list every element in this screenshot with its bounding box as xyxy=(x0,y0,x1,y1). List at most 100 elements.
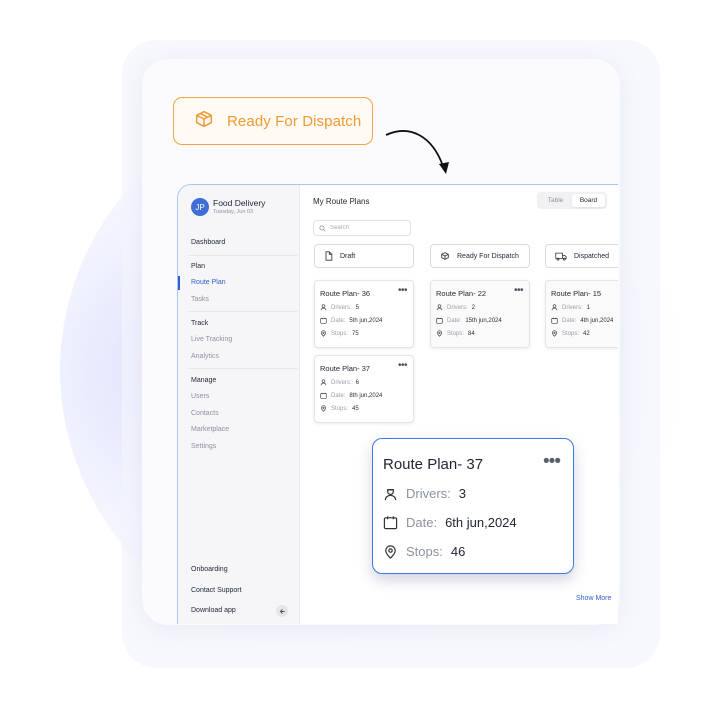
more-options-icon[interactable]: ••• xyxy=(514,285,524,296)
sidebar-section-manage: Manage xyxy=(191,377,217,384)
location-pin-icon xyxy=(321,330,326,337)
date-label: Date: xyxy=(406,515,438,530)
sidebar-item-marketplace[interactable]: Marketplace xyxy=(191,426,229,433)
drivers-value: 5 xyxy=(355,304,360,311)
active-indicator xyxy=(178,276,180,290)
sidebar-item-contact-support[interactable]: Contact Support xyxy=(191,587,242,594)
view-toggle: Table Board xyxy=(537,192,607,209)
date-label: Date: xyxy=(562,317,577,324)
sidebar-item-live-tracking[interactable]: Live Tracking xyxy=(191,336,232,343)
date-value: 8th jun,2024 xyxy=(349,392,383,399)
column-dispatched[interactable]: Dispatched xyxy=(545,244,618,268)
toggle-board[interactable]: Board xyxy=(572,194,605,207)
stops-row: Stops: 84 xyxy=(436,330,524,337)
stops-value: 75 xyxy=(352,330,359,337)
route-card[interactable]: Route Plan- 22 ••• Drivers: 2 Date: 15th… xyxy=(430,280,530,348)
drivers-label: Drivers: xyxy=(331,304,352,311)
stops-label: Stops: xyxy=(406,544,443,559)
date-row: Date: 15th jun,2024 xyxy=(436,317,524,324)
page-title: My Route Plans xyxy=(313,197,370,206)
drivers-value: 6 xyxy=(355,379,360,386)
drivers-label: Drivers: xyxy=(562,304,583,311)
route-card-title: Route Plan- 22 xyxy=(436,289,487,298)
stops-value: 45 xyxy=(352,405,359,412)
route-card[interactable]: Route Plan- 37 ••• Drivers: 6 Date: 8th … xyxy=(314,355,414,423)
ready-for-dispatch-badge: Ready For Dispatch xyxy=(173,97,373,145)
route-card-title: Route Plan- 37 xyxy=(383,456,484,473)
sidebar-item-contacts[interactable]: Contacts xyxy=(191,410,219,417)
stops-label: Stops: xyxy=(331,405,349,412)
driver-icon xyxy=(436,304,443,311)
sidebar-section-plan: Plan xyxy=(191,263,206,270)
sidebar-item-analytics[interactable]: Analytics xyxy=(191,353,219,360)
stops-value: 46 xyxy=(450,544,466,559)
date-row: Date: 5th jun,2024 xyxy=(320,317,408,324)
stops-value: 42 xyxy=(583,330,590,337)
sidebar-item-download-app[interactable]: Download app xyxy=(191,607,236,614)
sidebar-item-onboarding[interactable]: Onboarding xyxy=(191,566,228,573)
sidebar-item-tasks[interactable]: Tasks xyxy=(191,296,209,303)
location-pin-icon xyxy=(385,545,396,559)
more-options-icon[interactable]: ••• xyxy=(398,360,408,371)
date-label: Date: xyxy=(331,392,346,399)
search-input[interactable] xyxy=(330,225,400,231)
avatar[interactable]: JP xyxy=(191,198,209,216)
box-icon xyxy=(193,108,215,135)
sidebar-item-settings[interactable]: Settings xyxy=(191,443,216,450)
route-card[interactable]: Route Plan- 36 ••• Drivers: 5 Date: 5th … xyxy=(314,280,414,348)
calendar-icon xyxy=(551,317,558,324)
sidebar-item-users[interactable]: Users xyxy=(191,393,209,400)
route-card-title: Route Plan- 15 xyxy=(551,289,602,298)
driver-icon xyxy=(320,304,327,311)
column-draft[interactable]: Draft xyxy=(314,244,414,268)
drivers-value: 1 xyxy=(586,304,591,311)
workspace-name: Food Delivery xyxy=(213,198,266,208)
stops-row: Stops: 46 xyxy=(383,543,563,560)
drivers-row: Drivers: 1 xyxy=(551,304,618,311)
driver-icon xyxy=(384,489,397,501)
stops-label: Stops: xyxy=(447,330,465,337)
location-pin-icon xyxy=(552,330,557,337)
document-icon xyxy=(325,251,333,261)
drivers-value: 3 xyxy=(458,486,467,501)
stops-value: 84 xyxy=(468,330,475,337)
route-card[interactable]: Route Plan- 15 Drivers: 1 Date: 4th jun,… xyxy=(545,280,618,348)
calendar-icon xyxy=(320,317,327,324)
stops-row: Stops: 42 xyxy=(551,330,618,337)
sidebar-item-route-plan[interactable]: Route Plan xyxy=(191,279,226,286)
sidebar-item-dashboard[interactable]: Dashboard xyxy=(191,239,225,246)
drivers-row: Drivers: 2 xyxy=(436,304,524,311)
drivers-label: Drivers: xyxy=(406,486,451,501)
divider xyxy=(188,255,298,256)
column-label: Ready For Dispatch xyxy=(457,252,519,260)
more-options-icon[interactable]: ••• xyxy=(398,285,408,296)
curved-arrow-icon xyxy=(385,130,449,174)
calendar-icon xyxy=(436,317,443,324)
driver-icon xyxy=(320,379,327,386)
date-value: 4th jun,2024 xyxy=(580,317,614,324)
route-card-title: Route Plan- 36 xyxy=(320,289,371,298)
drivers-label: Drivers: xyxy=(331,379,352,386)
calendar-icon xyxy=(320,392,327,399)
date-row: Date: 6th jun,2024 xyxy=(383,514,563,531)
more-options-icon[interactable]: ••• xyxy=(543,451,561,473)
featured-route-card[interactable]: Route Plan- 37 ••• Drivers: 3 Date: 6th … xyxy=(372,438,574,574)
truck-icon xyxy=(555,252,567,261)
date-value: 5th jun,2024 xyxy=(349,317,383,324)
route-card-title: Route Plan- 37 xyxy=(320,364,371,373)
toggle-table[interactable]: Table xyxy=(539,194,572,207)
search-box[interactable] xyxy=(313,220,411,236)
collapse-sidebar-button[interactable] xyxy=(276,605,288,617)
drivers-row: Drivers: 3 xyxy=(383,485,563,502)
search-icon xyxy=(319,224,326,232)
workspace-date: Tuesday, Jun 03 xyxy=(213,209,254,215)
drivers-row: Drivers: 5 xyxy=(320,304,408,311)
date-row: Date: 4th jun,2024 xyxy=(551,317,618,324)
drivers-label: Drivers: xyxy=(447,304,468,311)
column-label: Dispatched xyxy=(574,252,610,260)
divider xyxy=(188,311,298,312)
stops-row: Stops: 45 xyxy=(320,405,408,412)
sidebar: JP Food Delivery Tuesday, Jun 03 Dashboa… xyxy=(178,185,300,624)
column-ready-for-dispatch[interactable]: Ready For Dispatch xyxy=(430,244,530,268)
show-more-link[interactable]: Show More xyxy=(576,595,611,602)
